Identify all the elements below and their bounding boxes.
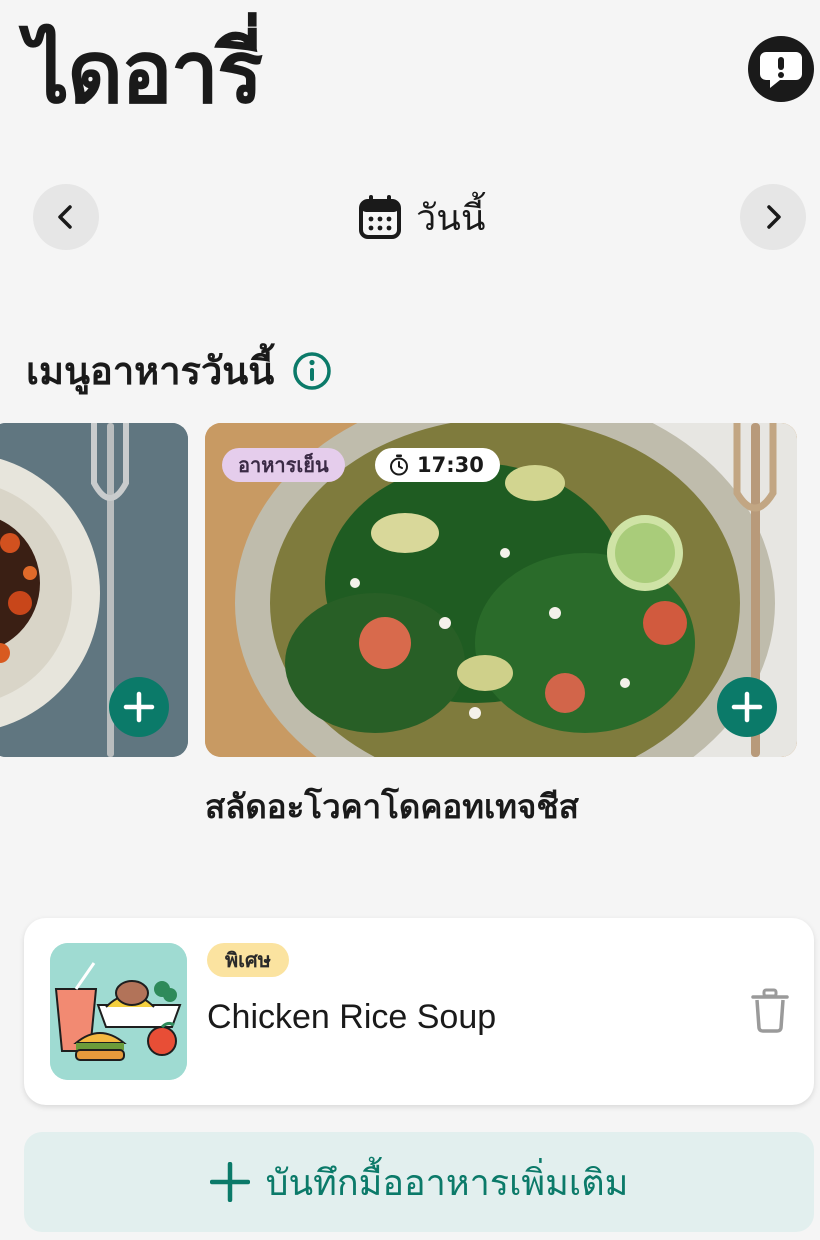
plus-icon (209, 1162, 250, 1202)
date-label: วันนี้ (416, 197, 486, 239)
food-illustration-icon (50, 943, 187, 1080)
meal-card-dinner[interactable]: อาหารเย็น 17:30 (205, 423, 797, 757)
meal-time: 17:30 (417, 453, 484, 477)
meal-thumbnail-image (50, 943, 187, 1080)
page-title: ไดอารี่ (26, 23, 263, 123)
plus-icon (731, 691, 763, 723)
chevron-left-icon (58, 205, 72, 229)
entry-meal-name: Chicken Rice Soup (207, 998, 497, 1036)
stopwatch-icon (390, 454, 408, 476)
plus-icon (123, 691, 155, 723)
feedback-exclamation-icon (760, 52, 802, 88)
meal-type-badge: อาหารเย็น (222, 448, 345, 482)
calendar-icon (359, 195, 401, 239)
meal-time-badge: 17:30 (375, 448, 500, 482)
feedback-button[interactable] (748, 36, 814, 102)
add-meal-button[interactable] (109, 677, 169, 737)
chevron-right-icon (767, 205, 781, 229)
info-icon[interactable] (292, 351, 332, 391)
trash-icon[interactable] (750, 988, 790, 1034)
next-day-button[interactable] (740, 184, 806, 250)
special-tag: พิเศษ (207, 943, 289, 977)
add-meal-button[interactable] (717, 677, 777, 737)
date-selector[interactable]: วันนี้ (358, 190, 485, 244)
logged-meal-entry[interactable]: พิเศษ Chicken Rice Soup (24, 918, 814, 1105)
add-more-meals-label: บันทึกมื้ออาหารเพิ่มเติม (265, 1162, 629, 1204)
menu-section-title: เมนูอาหารวันนี้ (26, 349, 275, 393)
previous-day-button[interactable] (33, 184, 99, 250)
menu-section-header: เมนูอาหารวันนี้ (26, 340, 332, 401)
add-more-meals-button[interactable]: บันทึกมื้ออาหารเพิ่มเติม (24, 1132, 814, 1232)
meal-card-previous[interactable] (0, 423, 188, 757)
meal-name: สลัดอะโวคาโดคอทเทจชีส (205, 787, 579, 826)
